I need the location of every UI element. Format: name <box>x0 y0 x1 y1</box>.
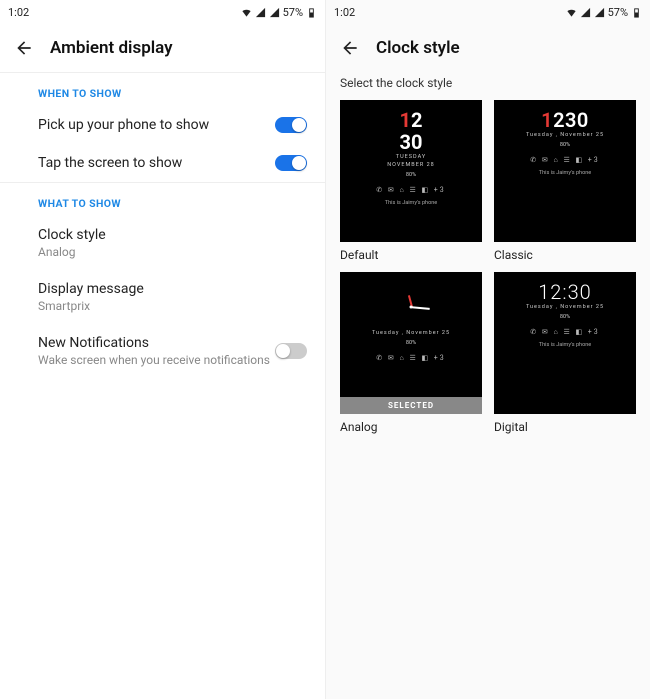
toggle-switch[interactable] <box>275 155 307 171</box>
analog-clock-icon <box>390 286 432 328</box>
tile-label: Default <box>340 248 482 262</box>
wifi-icon <box>241 7 252 18</box>
toggle-switch[interactable] <box>275 117 307 133</box>
clock-style-option-classic[interactable]: 1230 Tuesday , November 25 80% ✆ ✉ ⌂ ☰ ◧… <box>494 100 636 262</box>
setting-value: Analog <box>38 245 106 259</box>
setting-label: New Notifications <box>38 335 270 351</box>
settings-clock-style-screen: 1:02 57% Clock style Select the clock st… <box>325 0 650 699</box>
clock-style-option-default[interactable]: 12 30 TUESDAY NOVEMBER 28 80% ✆ ✉ ⌂ ☰ ◧ … <box>340 100 482 262</box>
status-bar: 1:02 57% <box>0 0 325 22</box>
page-title: Ambient display <box>50 38 173 58</box>
settings-ambient-display-screen: 1:02 57% Ambient display WHEN TO SHOW Pi… <box>0 0 325 699</box>
back-icon[interactable] <box>14 38 34 58</box>
setting-label: Pick up your phone to show <box>38 117 209 133</box>
status-battery: 57% <box>608 6 628 19</box>
signal-icon <box>580 7 591 18</box>
setting-label: Display message <box>38 281 144 297</box>
clock-style-option-digital[interactable]: 12:30 Tuesday , November 25 80% ✆ ✉ ⌂ ☰ … <box>494 272 636 434</box>
clock-style-grid: 12 30 TUESDAY NOVEMBER 28 80% ✆ ✉ ⌂ ☰ ◧ … <box>326 100 650 434</box>
prompt-text: Select the clock style <box>326 68 650 100</box>
tile-label: Digital <box>494 420 636 434</box>
tile-label: Classic <box>494 248 636 262</box>
battery-icon <box>631 7 642 18</box>
setting-new-notifications[interactable]: New Notifications Wake screen when you r… <box>0 324 325 378</box>
section-what-to-show: WHAT TO SHOW <box>0 183 325 216</box>
setting-description: Wake screen when you receive notificatio… <box>38 353 270 367</box>
setting-tap-to-show[interactable]: Tap the screen to show <box>0 144 325 182</box>
section-when-to-show: WHEN TO SHOW <box>0 73 325 106</box>
app-bar: Ambient display <box>0 22 325 72</box>
preview-thumbnail: Tuesday , November 25 80% ✆ ✉ ⌂ ☰ ◧ +3 S… <box>340 272 482 414</box>
signal-icon <box>594 7 605 18</box>
setting-label: Clock style <box>38 227 106 243</box>
status-icons: 57% <box>241 6 317 19</box>
status-time: 1:02 <box>334 6 355 19</box>
selected-indicator: SELECTED <box>340 397 482 414</box>
signal-icon <box>255 7 266 18</box>
status-bar: 1:02 57% <box>326 0 650 22</box>
signal-icon <box>269 7 280 18</box>
status-icons: 57% <box>566 6 642 19</box>
toggle-switch[interactable] <box>275 343 307 359</box>
setting-pickup-to-show[interactable]: Pick up your phone to show <box>0 106 325 144</box>
setting-value: Smartprix <box>38 299 144 313</box>
preview-thumbnail: 12 30 TUESDAY NOVEMBER 28 80% ✆ ✉ ⌂ ☰ ◧ … <box>340 100 482 242</box>
back-icon[interactable] <box>340 38 360 58</box>
tile-label: Analog <box>340 420 482 434</box>
status-time: 1:02 <box>8 6 29 19</box>
page-title: Clock style <box>376 38 460 58</box>
battery-icon <box>306 7 317 18</box>
setting-clock-style[interactable]: Clock style Analog <box>0 216 325 270</box>
setting-label: Tap the screen to show <box>38 155 182 171</box>
wifi-icon <box>566 7 577 18</box>
preview-thumbnail: 12:30 Tuesday , November 25 80% ✆ ✉ ⌂ ☰ … <box>494 272 636 414</box>
app-bar: Clock style <box>326 22 650 68</box>
preview-thumbnail: 1230 Tuesday , November 25 80% ✆ ✉ ⌂ ☰ ◧… <box>494 100 636 242</box>
setting-display-message[interactable]: Display message Smartprix <box>0 270 325 324</box>
clock-style-option-analog[interactable]: Tuesday , November 25 80% ✆ ✉ ⌂ ☰ ◧ +3 S… <box>340 272 482 434</box>
status-battery: 57% <box>283 6 303 19</box>
